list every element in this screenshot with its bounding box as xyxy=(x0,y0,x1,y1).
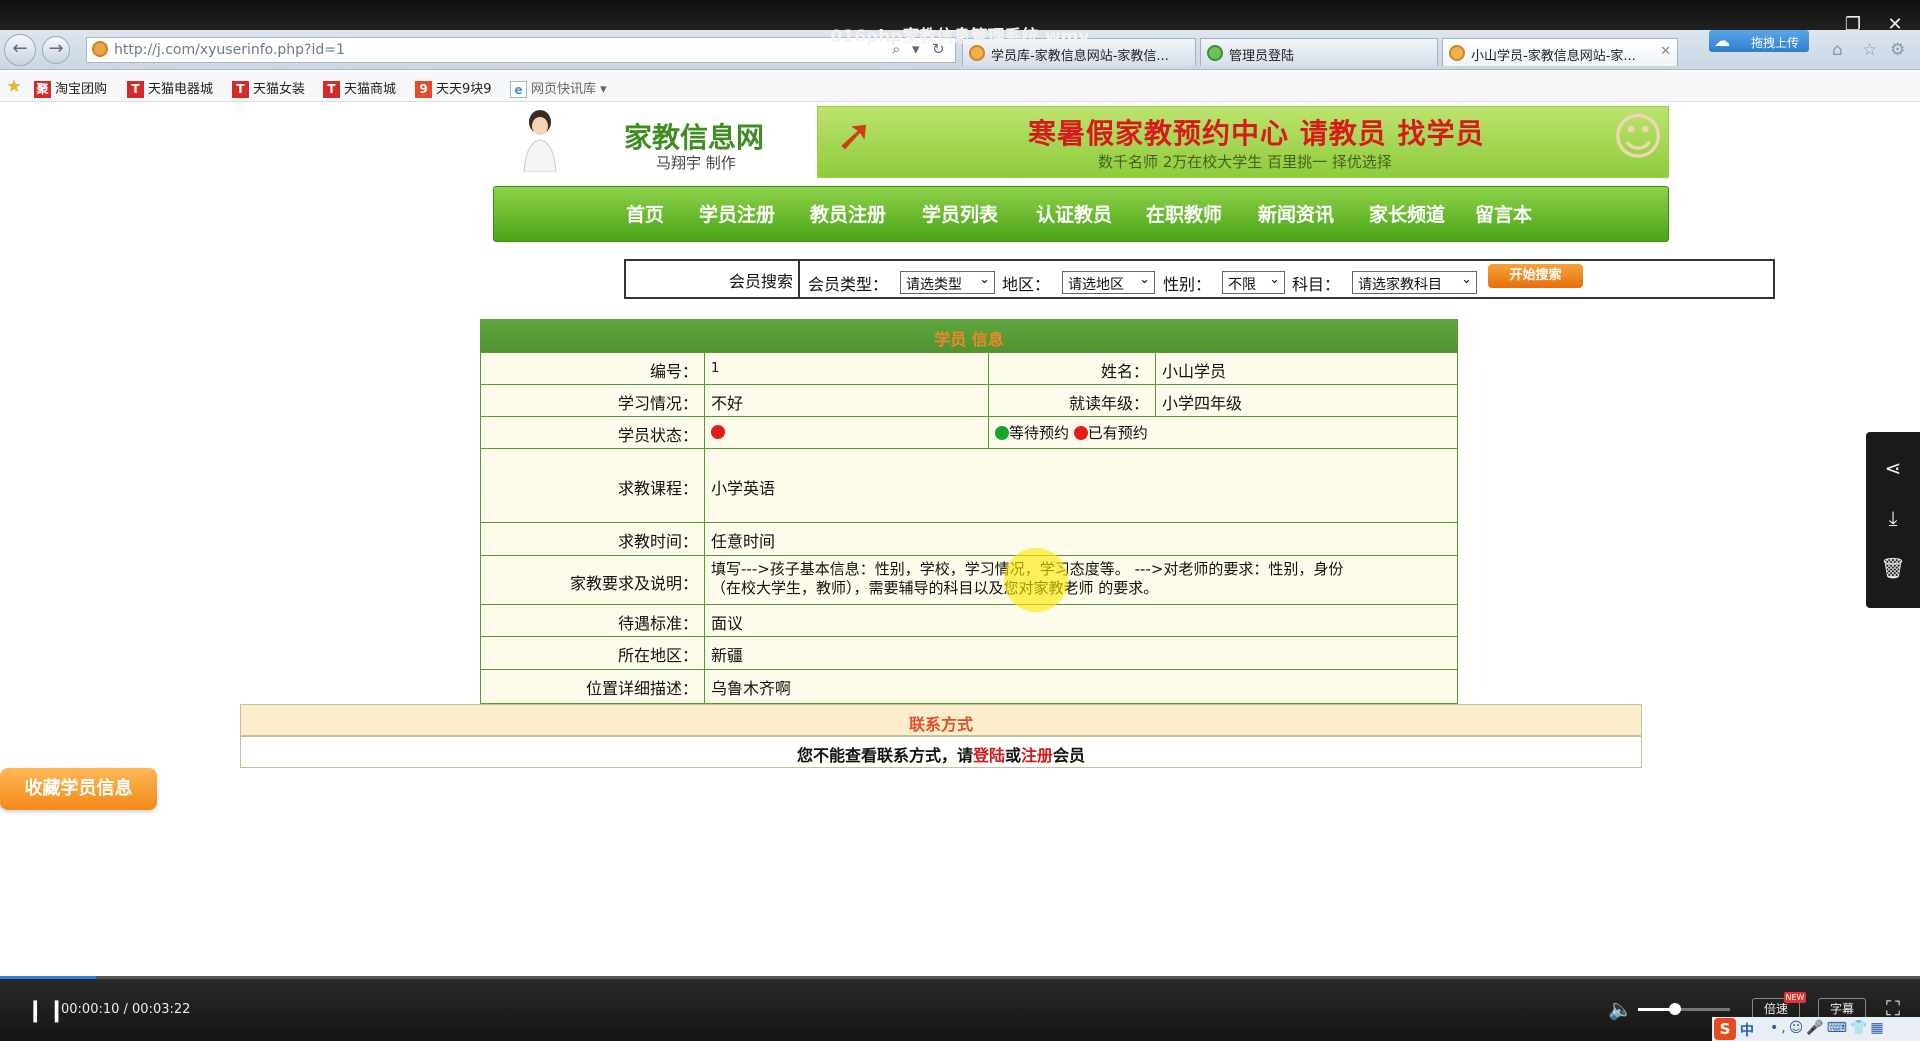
region-select[interactable]: 请选地区 ⌄ xyxy=(1062,271,1155,294)
fav-icon: e xyxy=(510,81,527,98)
contact-title: 联系方式 xyxy=(908,715,973,734)
course-label: 求教课程： xyxy=(480,448,705,523)
favorite-link[interactable]: 聚淘宝团购 xyxy=(34,78,107,98)
chevron-down-icon: ⌄ xyxy=(1269,272,1280,287)
grade-value: 小学四年级 xyxy=(1155,384,1458,417)
fav-icon: T xyxy=(323,81,340,98)
tab-favicon-icon xyxy=(969,45,985,61)
delete-icon[interactable]: 🗑 xyxy=(1866,556,1920,580)
restore-icon[interactable]: ❐ xyxy=(1840,14,1866,35)
share-icon[interactable]: ⋖ xyxy=(1866,456,1920,480)
search-divider xyxy=(798,261,800,297)
name-label: 姓名： xyxy=(988,352,1156,385)
fav-icon: 聚 xyxy=(34,81,51,98)
nav-student-register[interactable]: 学员注册 xyxy=(699,200,775,227)
status-dot-icon xyxy=(711,425,725,439)
favorites-star-icon[interactable]: ★ xyxy=(6,76,22,97)
volume-icon[interactable]: 🔈 xyxy=(1608,997,1633,1021)
download-icon[interactable]: ⤓ xyxy=(1866,506,1920,530)
nav-guestbook[interactable]: 留言本 xyxy=(1475,200,1532,227)
chevron-down-icon: ⌄ xyxy=(979,272,990,287)
region-label: 地区： xyxy=(1002,275,1051,294)
favorite-student-button[interactable]: 收藏学员信息 xyxy=(0,768,157,810)
tab-favicon-icon xyxy=(1449,45,1465,61)
nav-certified-teachers[interactable]: 认证教员 xyxy=(1036,200,1112,227)
favorite-link[interactable]: T 天猫女装 xyxy=(232,78,305,98)
fav-icon: T xyxy=(127,81,144,98)
favorite-link[interactable]: T 天猫商城 xyxy=(323,78,396,98)
gender-select[interactable]: 不限 ⌄ xyxy=(1222,271,1285,294)
runner-arrow-icon: ➚ xyxy=(836,110,873,161)
figure-icon: ☺ xyxy=(1612,108,1665,166)
logo-girl-icon xyxy=(523,110,557,172)
name-value: 小山学员 xyxy=(1155,352,1458,385)
playback-time: 00:00:10 / 00:03:22 xyxy=(61,1002,191,1017)
study-label: 学习情况： xyxy=(480,384,705,417)
status-legend: 等待预约 已有预约 xyxy=(988,416,1458,449)
time-label: 求教时间： xyxy=(480,522,705,556)
cursor-highlight xyxy=(1004,548,1068,612)
login-link[interactable]: 登陆 xyxy=(973,746,1005,765)
pay-value: 面议 xyxy=(704,604,1458,637)
register-link[interactable]: 注册 xyxy=(1021,746,1053,765)
new-badge: NEW xyxy=(1784,992,1806,1003)
nav-teacher-register[interactable]: 教员注册 xyxy=(810,200,886,227)
subject-label: 科目： xyxy=(1292,275,1341,294)
nav-student-list[interactable]: 学员列表 xyxy=(922,200,998,227)
banner-headline: 寒暑假家教预约中心 请教员 找学员 xyxy=(1028,117,1485,150)
status-label: 学员状态： xyxy=(480,416,705,449)
chevron-down-icon: ⌄ xyxy=(1139,272,1150,287)
start-search-button[interactable]: 开始搜索 xyxy=(1488,264,1583,288)
address-label: 位置详细描述： xyxy=(480,669,705,704)
status-value xyxy=(704,416,989,449)
progress-track[interactable] xyxy=(0,976,1920,979)
time-value: 任意时间 xyxy=(704,522,1458,556)
sogou-logo-icon[interactable]: S xyxy=(1714,1018,1736,1040)
waiting-dot-icon xyxy=(995,426,1009,440)
study-value: 不好 xyxy=(704,384,989,417)
nav-home[interactable]: 首页 xyxy=(626,200,664,227)
address-value: 乌鲁木齐啊 xyxy=(704,669,1458,704)
gender-label: 性别： xyxy=(1163,275,1212,294)
member-type-select[interactable]: 请选类型 ⌄ xyxy=(900,271,995,294)
volume-knob[interactable] xyxy=(1669,1003,1681,1015)
nav-parents[interactable]: 家长频道 xyxy=(1369,200,1445,227)
logo-subtitle: 马翔宇 制作 xyxy=(656,154,736,172)
requirements-label: 家教要求及说明： xyxy=(480,555,705,605)
nav-news[interactable]: 新闻资讯 xyxy=(1258,200,1334,227)
pay-label: 待遇标准： xyxy=(480,604,705,637)
favorite-link[interactable]: e 网页快讯库 ▾ xyxy=(510,78,607,98)
contact-message: 您不能查看联系方式，请登陆或注册会员 xyxy=(796,746,1086,765)
detail-header: 学员 信息 xyxy=(480,319,1458,353)
banner-subline: 数千名师 2万在校大学生 百里挑一 择优选择 xyxy=(1098,153,1392,171)
ime-tool-icons[interactable]: •,☺🎤⌨👕▦ xyxy=(1770,1020,1887,1036)
search-title: 会员搜索 xyxy=(729,272,794,291)
logo-title: 家教信息网 xyxy=(624,121,765,154)
id-label: 编号： xyxy=(480,352,705,385)
close-icon[interactable]: ✕ xyxy=(1882,14,1908,35)
progress-fill xyxy=(0,976,96,979)
favorite-link[interactable]: T 天猫电器城 xyxy=(127,78,213,98)
member-type-label: 会员类型： xyxy=(808,275,889,294)
video-title: 016php家教信息管理系统.wmv xyxy=(830,27,1090,47)
favorite-link[interactable]: 9 天天9块9 xyxy=(415,78,492,98)
nav-working-teachers[interactable]: 在职教师 xyxy=(1146,200,1222,227)
subject-select[interactable]: 请选家教科目 ⌄ xyxy=(1352,271,1477,294)
id-value: 1 xyxy=(704,352,989,385)
booked-dot-icon xyxy=(1073,426,1088,440)
requirements-value: 填写--->孩子基本信息：性别，学校，学习情况，学习态度等。 --->对老师的要… xyxy=(704,555,1458,605)
course-value: 小学英语 xyxy=(704,448,1458,523)
fav-icon: T xyxy=(232,81,249,98)
grade-label: 就读年级： xyxy=(988,384,1156,417)
fav-icon: 9 xyxy=(415,81,432,98)
area-value: 新疆 xyxy=(704,636,1458,670)
ime-mode[interactable]: 中 xyxy=(1740,1020,1754,1040)
tab-favicon-icon xyxy=(1207,45,1223,61)
area-label: 所在地区： xyxy=(480,636,705,670)
chevron-down-icon: ⌄ xyxy=(1461,272,1472,287)
